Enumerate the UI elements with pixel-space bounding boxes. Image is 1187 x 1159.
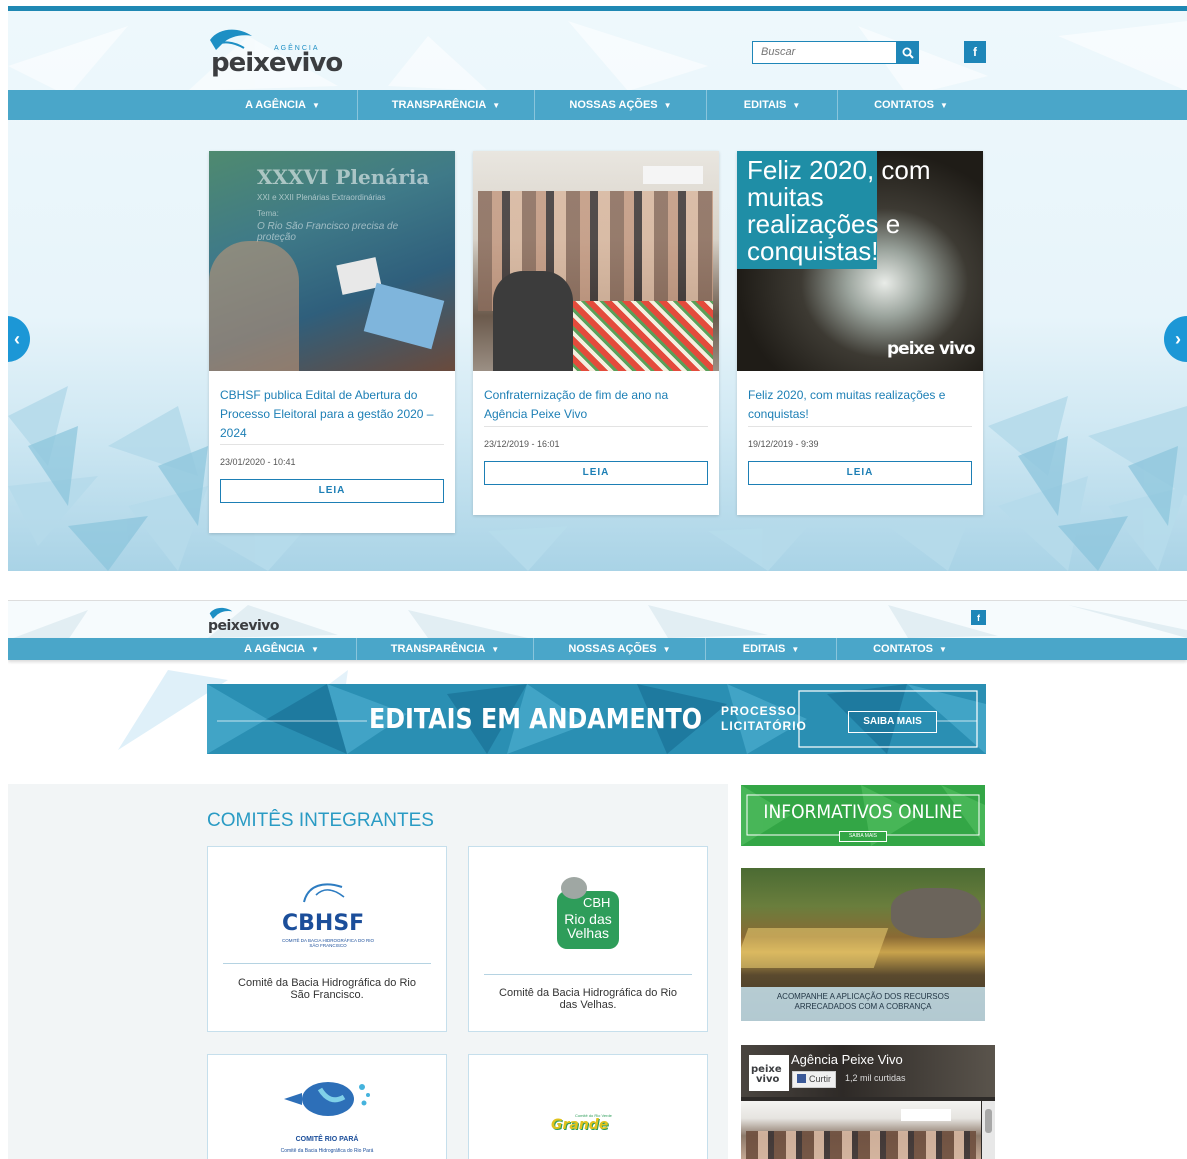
- read-more-button[interactable]: LEIA: [484, 461, 708, 485]
- homepage-screen: AGÊNCIA peixevivo f A AGÊNCIA▼ TRANSPARÊ…: [8, 6, 1187, 571]
- main-navigation: A AGÊNCIA ▼ TRANSPARÊNCIA ▼ NOSSAS AÇÕES ▼ …: [8, 90, 1187, 120]
- rio-para-logo-subtext: Comitê da Bacia Hidrográfica do Rio Pará: [280, 1148, 374, 1154]
- rio-verde-grande-logo-text: Grande: [551, 1117, 609, 1133]
- recursos-banner[interactable]: ACOMPANHE A APLICAÇÃO DOS RECURSOS ARREC…: [741, 868, 985, 1021]
- cbh-rio-das-velhas-logo: CBH Rio das Velhas: [557, 877, 619, 949]
- news-card-image[interactable]: [473, 151, 719, 371]
- nav-item-nossas-acoes[interactable]: NOSSAS AÇÕES ▼: [535, 90, 707, 120]
- facebook-page-widget: peixe vivo Agência Peixe Vivo Curtir 1,2…: [741, 1045, 995, 1159]
- rio-para-fish-logo-icon: [284, 1082, 370, 1116]
- facebook-link[interactable]: f: [971, 610, 986, 625]
- caret-down-icon: ▼: [492, 100, 501, 110]
- caret-down-icon: ▼: [938, 644, 947, 654]
- caret-down-icon: ▼: [791, 644, 800, 654]
- cbhsf-logo-text: CBHSF: [282, 911, 365, 936]
- news-card-date: 23/01/2020 - 10:41: [220, 457, 296, 467]
- nav-item-a-agencia[interactable]: A AGÊNCIA ▼: [207, 638, 357, 660]
- search-box[interactable]: [752, 41, 899, 64]
- news-card-date: 23/12/2019 - 16:01: [484, 439, 560, 449]
- logo-word-vivo: vivo: [285, 48, 344, 78]
- facebook-like-button[interactable]: Curtir: [792, 1071, 836, 1088]
- nav-item-editais[interactable]: EDITAIS ▼: [707, 90, 838, 120]
- facebook-likes-count: 1,2 mil curtidas: [845, 1073, 906, 1083]
- facebook-icon: f: [977, 612, 980, 623]
- image-overlay-text: XXXVI Plenária: [257, 165, 430, 189]
- logo-wordmark: peixevivo: [208, 618, 280, 634]
- comite-card[interactable]: CBHSF COMITÊ DA BACIA HIDROGRÁFICA DO RI…: [207, 846, 447, 1032]
- cbhsf-logo-icon: [303, 883, 345, 903]
- image-overlay-text: Feliz 2020, com muitas realizações e con…: [747, 155, 931, 266]
- facebook-page-name[interactable]: Agência Peixe Vivo: [791, 1052, 903, 1067]
- nav-item-contatos[interactable]: CONTATOS ▼: [837, 638, 983, 660]
- logo-word-peixe: peixe: [211, 48, 287, 78]
- homepage-scrolled-screen: peixevivo f A AGÊNCIA ▼ TRANSPARÊNCIA ▼ NO…: [8, 600, 1187, 1159]
- news-card: Feliz 2020, com muitas realizações e con…: [737, 151, 983, 515]
- comite-caption: Comitê da Bacia Hidrográfica do Rio das …: [499, 987, 677, 1011]
- nav-item-nossas-acoes[interactable]: NOSSAS AÇÕES ▼: [534, 638, 706, 660]
- image-overlay-text: Tema:: [257, 209, 279, 218]
- news-card-title[interactable]: Confraternização de fim de ano na Agênci…: [484, 386, 708, 426]
- agencia-peixe-vivo-logo[interactable]: peixevivo: [208, 606, 288, 636]
- nav-item-transparencia[interactable]: TRANSPARÊNCIA ▼: [357, 638, 534, 660]
- image-overlay-text: O Rio São Francisco precisa de proteção: [257, 221, 399, 243]
- facebook-icon: [797, 1074, 806, 1083]
- caret-down-icon: ▼: [939, 100, 948, 110]
- facebook-link[interactable]: f: [964, 41, 986, 63]
- banner-title: EDITAIS EM ANDAMENTO: [369, 702, 703, 735]
- news-card-image[interactable]: XXXVI Plenária XXI e XXII Plenárias Extr…: [209, 151, 455, 371]
- comite-card[interactable]: COMITÊ RIO PARÁ Comitê da Bacia Hidrográ…: [207, 1054, 447, 1159]
- news-card-image[interactable]: Feliz 2020, com muitas realizações e con…: [737, 151, 983, 371]
- logo-wordmark: peixevivo: [211, 48, 344, 78]
- caret-down-icon: ▼: [312, 100, 320, 110]
- scrollbar[interactable]: [982, 1101, 995, 1159]
- search-icon: [902, 47, 914, 59]
- rio-para-logo-text: COMITÊ RIO PARÁ: [295, 1136, 359, 1143]
- agencia-peixe-vivo-logo[interactable]: AGÊNCIA peixevivo: [208, 24, 348, 79]
- caret-down-icon: ▼: [491, 644, 500, 654]
- section-heading: COMITÊS INTEGRANTES: [207, 810, 434, 831]
- image-overlay-text: XXI e XXII Plenárias Extraordinárias: [257, 193, 386, 202]
- facebook-post-image[interactable]: [741, 1101, 981, 1159]
- comite-card[interactable]: Comitê do Rio Verde Grande: [468, 1054, 708, 1159]
- caret-down-icon: ▼: [792, 100, 801, 110]
- search-button[interactable]: [896, 41, 919, 64]
- banner-subtitle: PROCESSO LICITATÓRIO: [721, 704, 807, 733]
- news-card-title[interactable]: Feliz 2020, com muitas realizações e con…: [748, 386, 972, 426]
- news-card-date: 19/12/2019 - 9:39: [748, 439, 819, 449]
- main-navigation: A AGÊNCIA ▼ TRANSPARÊNCIA ▼ NOSSAS AÇÕES ▼ …: [8, 638, 1187, 660]
- read-more-button[interactable]: LEIA: [748, 461, 972, 485]
- search-input[interactable]: [753, 42, 899, 62]
- read-more-button[interactable]: LEIA: [220, 479, 444, 503]
- facebook-icon: f: [973, 45, 977, 59]
- nav-item-contatos[interactable]: CONTATOS ▼: [838, 90, 984, 120]
- caret-down-icon: ▼: [311, 644, 319, 654]
- informativos-title: INFORMATIVOS ONLINE: [763, 801, 963, 823]
- news-card: Confraternização de fim de ano na Agênci…: [473, 151, 719, 515]
- informativos-online-banner[interactable]: INFORMATIVOS ONLINE SAIBA MAIS: [741, 785, 985, 846]
- saiba-mais-button[interactable]: SAIBA MAIS: [848, 711, 937, 733]
- chevron-left-icon: ‹: [14, 328, 20, 349]
- caret-down-icon: ▼: [663, 100, 672, 110]
- cbhsf-logo-subtext: COMITÊ DA BACIA HIDROGRÁFICA DO RIO SÃO …: [281, 938, 374, 948]
- editais-banner[interactable]: EDITAIS EM ANDAMENTO PROCESSO LICITATÓRI…: [207, 684, 986, 754]
- peixe-vivo-page-avatar[interactable]: peixe vivo: [749, 1055, 789, 1091]
- informativos-saiba-mais-button[interactable]: SAIBA MAIS: [839, 831, 887, 842]
- nav-item-transparencia[interactable]: TRANSPARÊNCIA ▼: [358, 90, 535, 120]
- comite-card[interactable]: CBH Rio das Velhas Comitê da Bacia Hidro…: [468, 846, 708, 1032]
- caret-down-icon: ▼: [662, 644, 671, 654]
- image-logo-text: peixe vivo: [887, 339, 976, 359]
- news-card: XXXVI Plenária XXI e XXII Plenárias Extr…: [209, 151, 455, 533]
- news-card-title[interactable]: CBHSF publica Edital de Abertura do Proc…: [220, 386, 444, 444]
- chevron-right-icon: ›: [1175, 328, 1181, 349]
- nav-item-editais[interactable]: EDITAIS ▼: [706, 638, 837, 660]
- nav-item-a-agencia[interactable]: A AGÊNCIA ▼: [208, 90, 358, 120]
- comite-caption: Comitê da Bacia Hidrográfica do Rio São …: [238, 977, 416, 1001]
- scrollbar-thumb[interactable]: [985, 1109, 992, 1133]
- recursos-caption: ACOMPANHE A APLICAÇÃO DOS RECURSOS ARREC…: [776, 992, 950, 1011]
